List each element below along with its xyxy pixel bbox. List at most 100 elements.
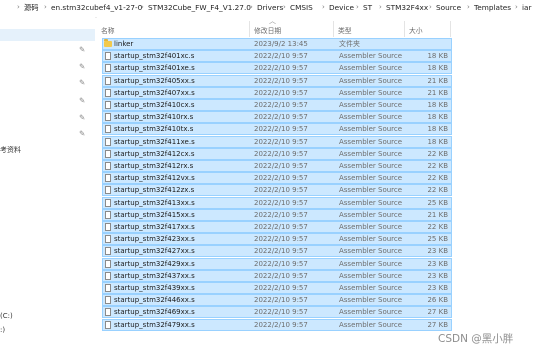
file-icon bbox=[105, 235, 111, 244]
breadcrumb-item[interactable]: STM32F4xx bbox=[386, 3, 428, 12]
column-size[interactable]: 大小 bbox=[409, 25, 423, 35]
chevron-right-icon[interactable]: › bbox=[515, 3, 518, 11]
watermark: CSDN @黑小胖 bbox=[438, 333, 514, 345]
column-type[interactable]: 类型 bbox=[338, 25, 352, 35]
file-name: startup_stm32f429xx.s bbox=[114, 259, 195, 268]
file-size: 18 KB bbox=[427, 137, 448, 146]
file-type: Assembler Source bbox=[339, 247, 403, 256]
navigation-pane: ✎ ✎ ✎ ✎ ✎ ✎ 考资料 (C:) :) bbox=[0, 17, 95, 357]
file-name: startup_stm32f423xx.s bbox=[114, 235, 195, 244]
file-date: 2022/2/10 9:57 bbox=[254, 284, 308, 292]
breadcrumb-item[interactable]: Drivers bbox=[257, 3, 283, 12]
chevron-right-icon[interactable]: › bbox=[44, 3, 47, 11]
file-row[interactable]: startup_stm32f411xe.s 2022/2/10 9:57 Assem… bbox=[102, 135, 452, 148]
chevron-right-icon[interactable]: › bbox=[356, 3, 359, 11]
file-size: 22 KB bbox=[427, 162, 448, 170]
nav-item-drive-d[interactable]: :) bbox=[0, 326, 5, 334]
breadcrumb-item[interactable]: en.stm32cubef4_v1-27-0 bbox=[51, 3, 142, 12]
file-row[interactable]: startup_stm32f417xx.s 2022/2/10 9:57 Assem… bbox=[102, 221, 452, 233]
chevron-right-icon[interactable]: › bbox=[429, 3, 432, 11]
breadcrumb-item[interactable]: Templates bbox=[474, 3, 511, 12]
file-type: Assembler Source bbox=[339, 296, 403, 305]
file-icon bbox=[105, 125, 111, 134]
column-divider[interactable] bbox=[249, 21, 250, 37]
file-size: 22 KB bbox=[427, 149, 448, 158]
column-date[interactable]: 修改日期 bbox=[254, 25, 281, 35]
file-date: 2022/2/10 9:57 bbox=[254, 101, 308, 109]
file-row[interactable]: startup_stm32f423xx.s 2022/2/10 9:57 Assem… bbox=[102, 233, 452, 246]
file-row[interactable]: startup_stm32f469xx.s 2022/2/10 9:57 Assem… bbox=[102, 306, 452, 319]
file-date: 2022/2/10 9:57 bbox=[254, 174, 308, 183]
folder-icon bbox=[104, 39, 112, 47]
column-name[interactable]: 名称 bbox=[101, 25, 115, 35]
nav-item-drive-c[interactable]: (C:) bbox=[0, 312, 13, 320]
file-date: 2022/2/10 9:57 bbox=[254, 137, 308, 146]
file-name: startup_stm32f412rx.s bbox=[114, 162, 194, 170]
breadcrumb-item[interactable]: ST bbox=[363, 3, 372, 12]
file-row[interactable]: startup_stm32f429xx.s 2022/2/10 9:57 Assem… bbox=[102, 257, 452, 270]
file-name: startup_stm32f405xx.s bbox=[114, 76, 195, 85]
file-row[interactable]: startup_stm32f410cx.s 2022/2/10 9:57 Assem… bbox=[102, 99, 452, 111]
file-size: 18 KB bbox=[427, 113, 448, 122]
pin-icon: ✎ bbox=[79, 62, 86, 71]
file-row[interactable]: startup_stm32f405xx.s 2022/2/10 9:57 Assem… bbox=[102, 74, 452, 87]
file-name: linker bbox=[114, 40, 134, 48]
breadcrumb-item[interactable]: CMSIS bbox=[290, 3, 313, 12]
file-row[interactable]: startup_stm32f401xe.s 2022/2/10 9:57 Assem… bbox=[102, 62, 452, 75]
file-row[interactable]: startup_stm32f413xx.s 2022/2/10 9:57 Assem… bbox=[102, 196, 452, 209]
file-name: startup_stm32f479xx.s bbox=[114, 320, 195, 329]
chevron-right-icon[interactable]: › bbox=[283, 3, 286, 11]
breadcrumb-item[interactable]: 源码 bbox=[24, 3, 39, 13]
file-row[interactable]: startup_stm32f412rx.s 2022/2/10 9:57 Assem… bbox=[102, 160, 452, 172]
folder-row[interactable]: linker 2023/9/2 13:45 文件夹 bbox=[102, 38, 452, 50]
file-row[interactable]: startup_stm32f446xx.s 2022/2/10 9:57 Assem… bbox=[102, 294, 452, 307]
file-date: 2022/2/10 9:57 bbox=[254, 88, 308, 97]
file-size: 18 KB bbox=[427, 125, 448, 134]
column-divider[interactable] bbox=[404, 21, 405, 37]
file-icon bbox=[105, 101, 111, 109]
file-date: 2022/2/10 9:57 bbox=[254, 308, 308, 317]
column-divider[interactable] bbox=[333, 21, 334, 37]
file-row[interactable]: startup_stm32f412cx.s 2022/2/10 9:57 Assem… bbox=[102, 147, 452, 160]
file-row[interactable]: startup_stm32f401xc.s 2022/2/10 9:57 Assem… bbox=[102, 50, 452, 63]
breadcrumb-item[interactable]: STM32Cube_FW_F4_V1.27.0 bbox=[148, 3, 251, 12]
file-name: startup_stm32f417xx.s bbox=[114, 223, 195, 231]
breadcrumb-item[interactable]: Source bbox=[436, 3, 461, 12]
file-date: 2022/2/10 9:57 bbox=[254, 76, 308, 85]
file-row[interactable]: startup_stm32f439xx.s 2022/2/10 9:57 Assem… bbox=[102, 282, 452, 294]
file-size: 23 KB bbox=[427, 247, 448, 256]
chevron-right-icon[interactable]: › bbox=[322, 3, 325, 11]
address-bar[interactable]: › › › › › › › › › › › 源码 en.stm32cubef4_v1-27-0 STM32… bbox=[0, 0, 554, 18]
file-date: 2022/2/10 9:57 bbox=[254, 210, 308, 219]
file-icon bbox=[105, 320, 111, 329]
file-row[interactable]: startup_stm32f437xx.s 2022/2/10 9:57 Assem… bbox=[102, 269, 452, 282]
file-row[interactable]: startup_stm32f479xx.s 2022/2/10 9:57 Assem… bbox=[102, 318, 452, 331]
file-row[interactable]: startup_stm32f410rx.s 2022/2/10 9:57 Assem… bbox=[102, 111, 452, 124]
file-date: 2022/2/10 9:57 bbox=[254, 64, 308, 73]
file-row[interactable]: startup_stm32f407xx.s 2022/2/10 9:57 Assem… bbox=[102, 86, 452, 99]
file-row[interactable]: startup_stm32f415xx.s 2022/2/10 9:57 Assem… bbox=[102, 208, 452, 221]
file-date: 2023/9/2 13:45 bbox=[254, 40, 308, 48]
breadcrumb-item[interactable]: Device bbox=[329, 3, 354, 12]
file-type: Assembler Source bbox=[339, 284, 403, 292]
chevron-right-icon[interactable]: › bbox=[467, 3, 470, 11]
nav-item-reference[interactable]: 考资料 bbox=[0, 145, 21, 155]
file-row[interactable]: startup_stm32f412vx.s 2022/2/10 9:57 Assem… bbox=[102, 172, 452, 185]
file-date: 2022/2/10 9:57 bbox=[254, 259, 308, 268]
chevron-right-icon[interactable]: › bbox=[17, 3, 20, 11]
file-type: Assembler Source bbox=[339, 174, 403, 183]
column-divider[interactable] bbox=[450, 21, 451, 37]
file-size: 23 KB bbox=[427, 271, 448, 280]
chevron-right-icon[interactable]: › bbox=[379, 3, 382, 11]
file-row[interactable]: startup_stm32f412zx.s 2022/2/10 9:57 Assem… bbox=[102, 184, 452, 197]
file-icon bbox=[105, 198, 111, 207]
file-row[interactable]: startup_stm32f410tx.s 2022/2/10 9:57 Assem… bbox=[102, 123, 452, 136]
file-name: startup_stm32f412zx.s bbox=[114, 186, 195, 195]
file-row[interactable]: startup_stm32f427xx.s 2022/2/10 9:57 Assem… bbox=[102, 245, 452, 258]
file-date: 2022/2/10 9:57 bbox=[254, 198, 308, 207]
file-size: 21 KB bbox=[427, 88, 448, 97]
breadcrumb-item[interactable]: iar bbox=[522, 3, 532, 12]
file-type: Assembler Source bbox=[339, 162, 403, 170]
nav-item-selected[interactable] bbox=[0, 29, 95, 41]
pin-icon: ✎ bbox=[79, 129, 86, 138]
